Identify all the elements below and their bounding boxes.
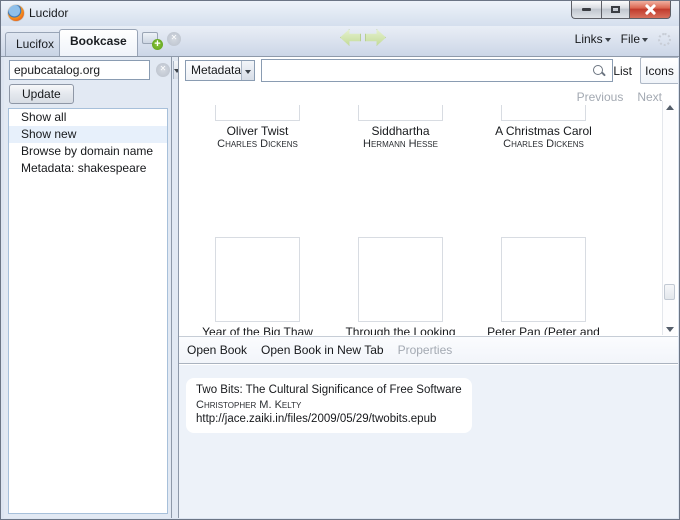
maximize-icon [611,6,620,13]
book-detail-panel: Two Bits: The Cultural Significance of F… [179,365,678,518]
view-icons-button[interactable]: Icons [640,57,678,84]
pager: Previous Next [577,90,662,104]
book-item[interactable]: Oliver Twist Charles Dickens [186,105,329,151]
clear-catalog-icon[interactable] [156,63,170,77]
book-title: Oliver Twist [226,124,289,138]
book-cover [501,105,586,121]
book-title: Siddhartha [371,124,430,138]
properties-link: Properties [397,343,453,357]
minimize-button[interactable] [571,1,601,19]
book-title: Year of the Big Thaw [202,325,313,335]
spinner-icon [658,32,671,46]
firefox-app-icon [8,5,24,21]
search-input[interactable] [262,60,592,81]
selected-book-author: Christopher M. Kelty [196,399,302,411]
selected-book-card: Two Bits: The Cultural Significance of F… [186,378,472,433]
links-menu-label: Links [574,32,603,46]
view-list-button[interactable]: List [613,64,632,78]
previous-link[interactable]: Previous [577,90,624,104]
list-item-browse-domain[interactable]: Browse by domain name [9,143,167,160]
triangle-down-icon [665,326,674,332]
main-content: Update Show all Show new Browse by domai… [4,57,678,518]
links-menu[interactable]: Links [575,32,611,46]
action-row: Open Book Open Book in New Tab Propertie… [179,336,678,364]
new-tab-icon[interactable] [142,32,163,50]
close-tab-icon[interactable] [167,32,181,46]
lucidor-window: Lucidor Lucifox Bookcase Links File [0,0,680,520]
book-item[interactable]: Through the Looking Glass (And Wh... Lew… [329,237,472,335]
close-button[interactable] [629,1,671,19]
title-bar: Lucidor [1,1,679,26]
book-cover [358,237,443,322]
scrollbar-thumb[interactable] [664,284,675,300]
tab-bookcase[interactable]: Bookcase [59,29,138,56]
close-icon [645,4,656,15]
book-item[interactable]: A Christmas Carol Charles Dickens [472,105,615,151]
book-author: Charles Dickens [503,138,584,150]
back-arrow-icon[interactable] [340,29,361,46]
update-button[interactable]: Update [9,84,74,104]
list-item-show-new[interactable]: Show new [9,126,167,143]
filter-combobox[interactable]: Metadata [185,60,255,81]
book-title: Through the Looking Glass (And Wh... [345,325,456,335]
minimize-icon [582,8,591,11]
book-cover [501,237,586,322]
tab-strip: Lucifox Bookcase Links File [1,26,679,57]
book-cover [358,105,443,121]
open-book-new-tab-link[interactable]: Open Book in New Tab [261,343,384,357]
search-icon[interactable] [592,64,606,78]
search-box [261,59,613,82]
file-menu-label: File [620,32,640,46]
navigation-arrows [340,29,386,46]
book-author: Hermann Hesse [363,138,438,150]
selected-book-title: Two Bits: The Cultural Significance of F… [196,384,462,396]
maximize-button[interactable] [601,1,629,19]
file-menu[interactable]: File [621,32,648,46]
scroll-up-icon[interactable] [663,101,676,113]
window-controls [571,1,671,19]
chevron-down-icon [245,69,252,74]
open-book-link[interactable]: Open Book [187,343,247,357]
book-item[interactable]: Peter Pan (Peter and Wendy) J.M. Barrie [472,237,615,335]
book-title: A Christmas Carol [495,124,592,138]
book-cover [215,237,300,322]
catalog-views-list: Show all Show new Browse by domain name … [8,108,168,514]
book-pane: Metadata List Icons Previous Next Oliver… [178,57,678,518]
book-title: Peter Pan (Peter and Wendy) [487,325,600,335]
selected-book-url: http://jace.zaiki.in/files/2009/05/29/tw… [196,413,437,425]
book-item[interactable]: Siddhartha Hermann Hesse [329,105,472,151]
grid-scrollbar[interactable] [662,101,676,335]
menu-area: Links File [575,32,671,46]
book-author: Charles Dickens [217,138,298,150]
filter-value: Metadata [191,63,242,77]
forward-arrow-icon[interactable] [365,29,386,46]
book-cover [215,105,300,121]
catalog-input[interactable] [10,61,173,79]
chevron-down-icon [604,38,611,42]
book-item[interactable]: Year of the Big Thaw Marion Zimmer Bradl… [186,237,329,335]
scroll-down-icon[interactable] [663,323,676,335]
list-item-metadata-shakespeare[interactable]: Metadata: shakespeare [9,160,167,177]
triangle-up-icon [665,104,674,110]
chevron-down-icon [642,38,648,42]
filter-dropdown-button[interactable] [241,61,254,80]
sidebar: Update Show all Show new Browse by domai… [4,57,180,518]
book-grid: Oliver Twist Charles Dickens Siddhartha … [179,105,661,335]
list-item-show-all[interactable]: Show all [9,109,167,126]
next-link[interactable]: Next [637,90,662,104]
tab-lucifox[interactable]: Lucifox [5,32,66,56]
window-title: Lucidor [29,6,69,20]
catalog-combobox[interactable] [9,60,180,80]
